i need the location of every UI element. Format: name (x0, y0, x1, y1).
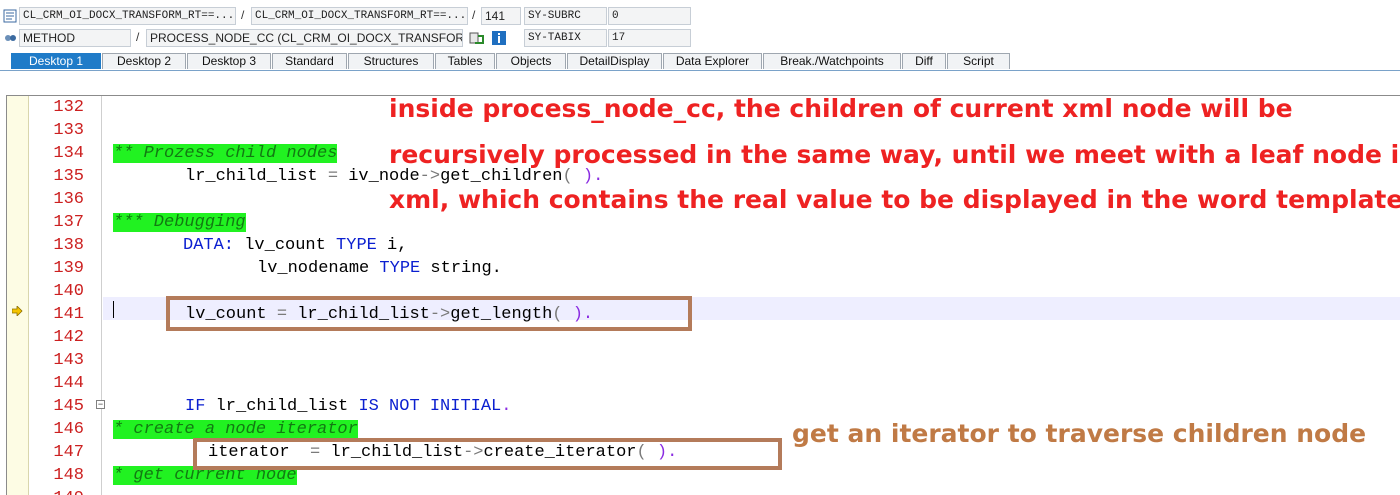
highlight-box-get-length (166, 296, 692, 331)
line-number: 132 (53, 98, 84, 117)
line-number: 138 (53, 236, 84, 255)
code-line-145: IF lr_child_list IS NOT INITIAL. (185, 395, 511, 418)
code-token: lr_child_list (205, 397, 359, 416)
code-token: string. (420, 259, 502, 278)
line-number: 142 (53, 328, 84, 347)
line-number: 143 (53, 351, 84, 370)
code-keyword: IS NOT INITIAL (358, 397, 502, 416)
highlight-box-create-iterator (193, 438, 782, 470)
include-field[interactable]: CL_CRM_OI_DOCX_TRANSFORM_RT==... (251, 7, 468, 25)
code-operator: . (501, 397, 512, 416)
code-keyword: TYPE (336, 236, 377, 255)
text-cursor (113, 301, 114, 318)
separator: / (136, 30, 140, 44)
tab-tables[interactable]: Tables (435, 53, 495, 69)
header-row-program: CL_CRM_OI_DOCX_TRANSFORM_RT==... / CL_CR… (0, 6, 1400, 26)
tab-objects[interactable]: Objects (496, 53, 566, 69)
code-line-134: ** Prozess child nodes (113, 142, 338, 165)
tab-diff[interactable]: Diff (902, 53, 946, 69)
current-statement-arrow-icon (11, 303, 23, 317)
program-field[interactable]: CL_CRM_OI_DOCX_TRANSFORM_RT==... (19, 7, 236, 25)
tab-standard[interactable]: Standard (272, 53, 347, 69)
sysvar-name-field[interactable]: SY-TABIX (524, 29, 607, 47)
code-token: lr_child_list (185, 167, 328, 186)
line-number: 135 (53, 167, 84, 186)
line-number: 144 (53, 374, 84, 393)
method-icon (2, 30, 18, 46)
tab-desktop-3[interactable]: Desktop 3 (187, 53, 271, 69)
line-number-field[interactable]: 141 (481, 7, 521, 25)
line-number: 137 (53, 213, 84, 232)
object-list-icon[interactable] (469, 30, 485, 46)
line-number: 139 (53, 259, 84, 278)
tab-structures[interactable]: Structures (348, 53, 434, 69)
line-number: 136 (53, 190, 84, 209)
info-icon[interactable] (491, 30, 507, 46)
program-icon (2, 8, 18, 24)
tab-breakpoints-watchpoints[interactable]: Break./Watchpoints (763, 53, 901, 69)
tab-desktop-2[interactable]: Desktop 2 (102, 53, 186, 69)
header-row-event: METHOD / PROCESS_NODE_CC (CL_CRM_OI_DOCX… (0, 28, 1400, 48)
annotation-text: inside process_node_cc, the children of … (389, 94, 1293, 123)
code-token: lv_nodename (257, 259, 380, 278)
annotation-text: xml, which contains the real value to be… (389, 185, 1400, 214)
fold-column (101, 96, 102, 495)
code-keyword: DATA: (183, 236, 235, 255)
line-number: 145 (53, 397, 84, 416)
code-line-137: *** Debugging (113, 211, 246, 234)
tab-detail-display[interactable]: DetailDisplay (567, 53, 662, 69)
code-comment: *** Debugging (113, 213, 246, 232)
line-number: 133 (53, 121, 84, 140)
event-type-field[interactable]: METHOD (19, 29, 131, 47)
code-token: lv_count (234, 236, 337, 255)
code-line-138: DATA: lv_count TYPE i, (183, 234, 407, 257)
line-number: 134 (53, 144, 84, 163)
desktop-tab-strip: Desktop 1 Desktop 2 Desktop 3 Standard S… (0, 53, 1400, 71)
tab-data-explorer[interactable]: Data Explorer (663, 53, 762, 69)
line-number: 148 (53, 466, 84, 485)
code-operator: = (327, 167, 339, 186)
separator: / (472, 8, 476, 22)
code-line-139: lv_nodename TYPE string. (257, 257, 502, 280)
collapse-block-icon[interactable]: − (96, 400, 105, 409)
code-token: i, (376, 236, 408, 255)
code-keyword: TYPE (379, 259, 421, 278)
annotation-text: get an iterator to traverse children nod… (792, 419, 1367, 448)
code-keyword: IF (185, 397, 206, 416)
code-comment: ** Prozess child nodes (113, 144, 338, 163)
separator: / (241, 8, 245, 22)
tab-script[interactable]: Script (947, 53, 1010, 69)
code-comment: * create a node iterator (113, 420, 358, 439)
line-number: 147 (53, 443, 84, 462)
event-name-field[interactable]: PROCESS_NODE_CC (CL_CRM_OI_DOCX_TRANSFOR… (146, 29, 463, 47)
tab-desktop-1[interactable]: Desktop 1 (11, 53, 101, 69)
line-number: 141 (53, 305, 84, 324)
sysvar-value-field[interactable]: 0 (608, 7, 691, 25)
line-number: 146 (53, 420, 84, 439)
annotation-text: recursively processed in the same way, u… (389, 140, 1400, 169)
sysvar-name-field[interactable]: SY-SUBRC (524, 7, 607, 25)
line-number: 140 (53, 282, 84, 301)
sysvar-value-field[interactable]: 17 (608, 29, 691, 47)
breakpoint-gutter[interactable] (7, 96, 29, 495)
